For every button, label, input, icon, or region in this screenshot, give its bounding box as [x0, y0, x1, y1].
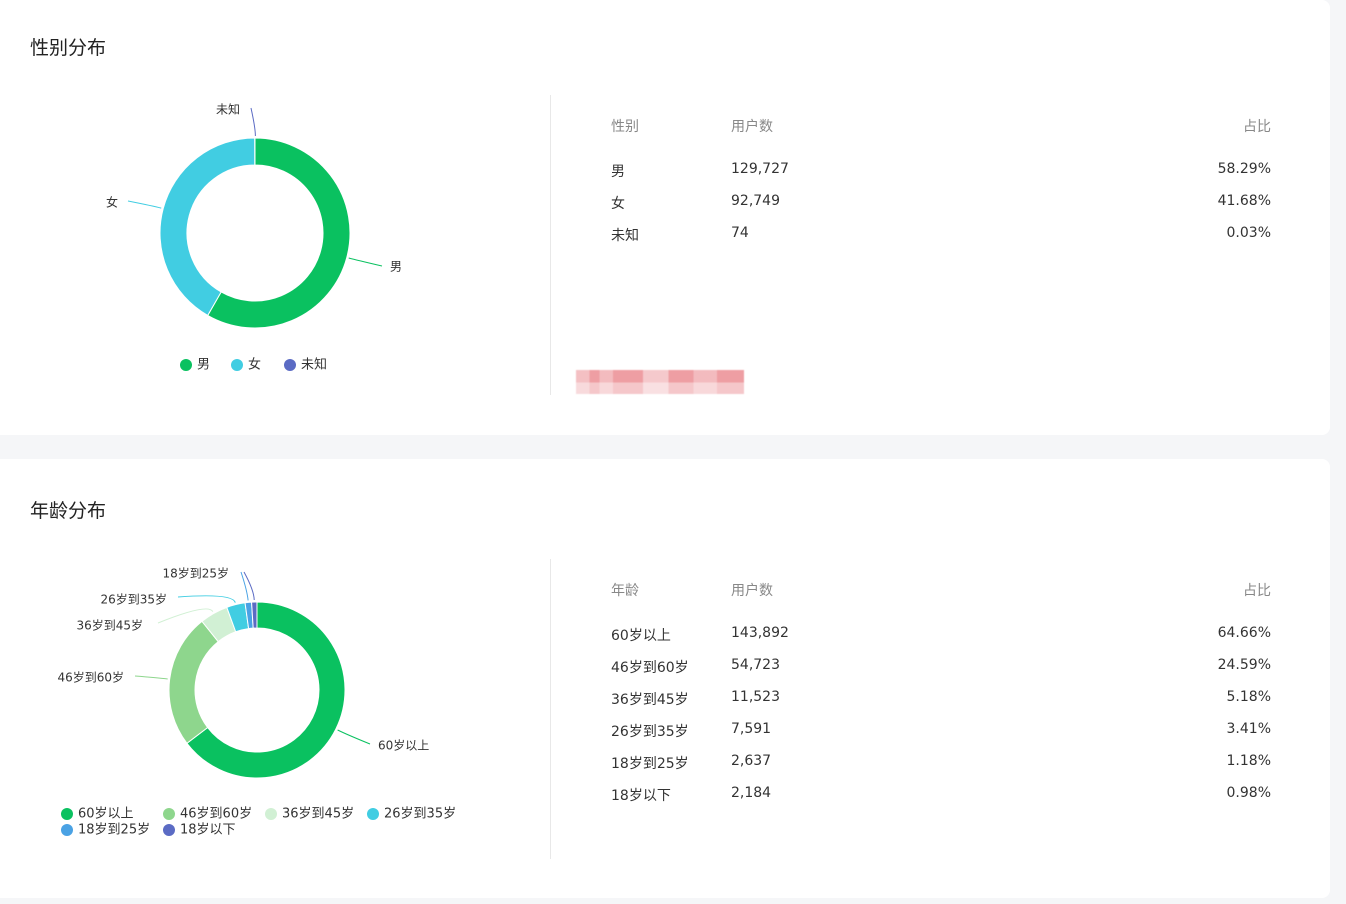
- header-user-count: 用户数: [731, 119, 773, 135]
- row-count: 74: [731, 225, 749, 241]
- legend-marker[interactable]: [231, 359, 243, 371]
- header-ratio: 占比: [1243, 119, 1271, 135]
- slice-label: 男: [390, 260, 402, 274]
- table-row: 18岁以下 2,184 0.98%: [611, 785, 1271, 817]
- gender-table: 性别 用户数 占比 男 129,727 58.29% 女 92,749 41.6…: [611, 116, 1271, 257]
- age-donut-chart: 60岁以上46岁到60岁36岁到45岁26岁到35岁18岁到25岁60岁以上 46…: [57, 566, 456, 838]
- header-age: 年龄: [611, 583, 639, 599]
- table-header-row: 年龄 用户数 占比: [611, 580, 1271, 625]
- slice-label: 未知: [216, 103, 240, 117]
- table-row: 26岁到35岁 7,591 3.41%: [611, 721, 1271, 753]
- legend-marker[interactable]: [163, 824, 175, 836]
- pie-slice[interactable]: [159, 137, 256, 317]
- row-ratio: 64.66%: [1217, 625, 1271, 641]
- row-ratio: 1.18%: [1226, 753, 1271, 769]
- legend-marker[interactable]: [61, 824, 73, 836]
- legend-label[interactable]: 26岁到35岁: [384, 807, 456, 822]
- row-count: 2,637: [731, 753, 772, 769]
- age-divider: [550, 559, 551, 859]
- row-label: 男: [611, 164, 625, 180]
- row-label: 46岁到60岁: [611, 660, 689, 676]
- row-ratio: 41.68%: [1217, 193, 1271, 209]
- slice-label: 女: [106, 195, 118, 210]
- row-label: 女: [611, 196, 625, 212]
- header-user-count: 用户数: [731, 583, 773, 599]
- row-label: 60岁以上: [611, 628, 671, 644]
- row-ratio: 5.18%: [1226, 689, 1271, 705]
- redacted-blur: [576, 370, 744, 394]
- header-ratio: 占比: [1243, 583, 1271, 599]
- leader-line: [348, 257, 383, 267]
- row-ratio: 3.41%: [1226, 721, 1271, 737]
- header-gender: 性别: [611, 119, 639, 135]
- pie-slice[interactable]: [168, 620, 219, 744]
- legend-marker[interactable]: [284, 359, 296, 371]
- table-row: 18岁到25岁 2,637 1.18%: [611, 753, 1271, 785]
- slice-label: 36岁到45岁: [76, 618, 143, 633]
- slice-label: 18岁到25岁: [162, 566, 229, 581]
- leader-line: [134, 675, 168, 680]
- row-count: 92,749: [731, 193, 780, 209]
- legend-label[interactable]: 未知: [301, 357, 327, 373]
- row-label: 未知: [611, 228, 639, 244]
- slice-label: 46岁到60岁: [57, 670, 124, 685]
- row-ratio: 0.98%: [1226, 785, 1271, 801]
- row-label: 18岁到25岁: [611, 756, 689, 772]
- row-count: 11,523: [731, 689, 780, 705]
- row-count: 143,892: [731, 625, 789, 641]
- age-distribution-card: 年龄分布 60岁以上 46岁到60岁 36岁到45岁 26岁到35岁 18岁到25岁 60…: [0, 459, 1330, 898]
- table-row: 60岁以上 143,892 64.66%: [611, 625, 1271, 657]
- slice-label: 60岁以上: [378, 738, 429, 753]
- leader-line: [240, 571, 249, 601]
- table-row: 男 129,727 58.29%: [611, 161, 1271, 193]
- row-ratio: 0.03%: [1226, 225, 1271, 241]
- legend-marker[interactable]: [367, 808, 379, 820]
- legend-label[interactable]: 18岁到25岁: [78, 823, 150, 838]
- row-count: 54,723: [731, 657, 780, 673]
- row-ratio: 24.59%: [1217, 657, 1271, 673]
- legend-label[interactable]: 46岁到60岁: [180, 807, 252, 822]
- legend-label[interactable]: 60岁以上: [78, 807, 134, 822]
- table-row: 未知 74 0.03%: [611, 225, 1271, 257]
- legend-marker[interactable]: [163, 808, 175, 820]
- legend-marker[interactable]: [61, 808, 73, 820]
- row-count: 129,727: [731, 161, 789, 177]
- table-row: 46岁到60岁 54,723 24.59%: [611, 657, 1271, 689]
- row-count: 2,184: [731, 785, 772, 801]
- legend-label[interactable]: 36岁到45岁: [282, 807, 354, 822]
- legend-marker[interactable]: [265, 808, 277, 820]
- gender-distribution-card: 性别分布 男女未知男女未知 性别 用户数 占比 男 129,727 58.29%…: [0, 0, 1330, 435]
- legend-marker[interactable]: [180, 359, 192, 371]
- row-label: 18岁以下: [611, 788, 671, 804]
- leader-line: [250, 107, 256, 137]
- row-label: 26岁到35岁: [611, 724, 689, 740]
- legend-label[interactable]: 18岁以下: [180, 823, 236, 838]
- table-row: 36岁到45岁 11,523 5.18%: [611, 689, 1271, 721]
- legend-label[interactable]: 女: [248, 357, 261, 373]
- leader-line: [177, 595, 236, 603]
- row-ratio: 58.29%: [1217, 161, 1271, 177]
- gender-divider: [550, 95, 551, 395]
- legend-label[interactable]: 男: [197, 358, 210, 373]
- leader-line: [337, 729, 371, 745]
- table-header-row: 性别 用户数 占比: [611, 116, 1271, 161]
- row-label: 36岁到45岁: [611, 692, 689, 708]
- row-count: 7,591: [731, 721, 772, 737]
- age-table: 年龄 用户数 占比 60岁以上 143,892 64.66% 46岁到60岁 5…: [611, 580, 1271, 817]
- table-row: 女 92,749 41.68%: [611, 193, 1271, 225]
- slice-label: 26岁到35岁: [100, 592, 167, 607]
- leader-line: [127, 200, 162, 209]
- gender-donut-chart: 男女未知男女未知: [106, 103, 402, 373]
